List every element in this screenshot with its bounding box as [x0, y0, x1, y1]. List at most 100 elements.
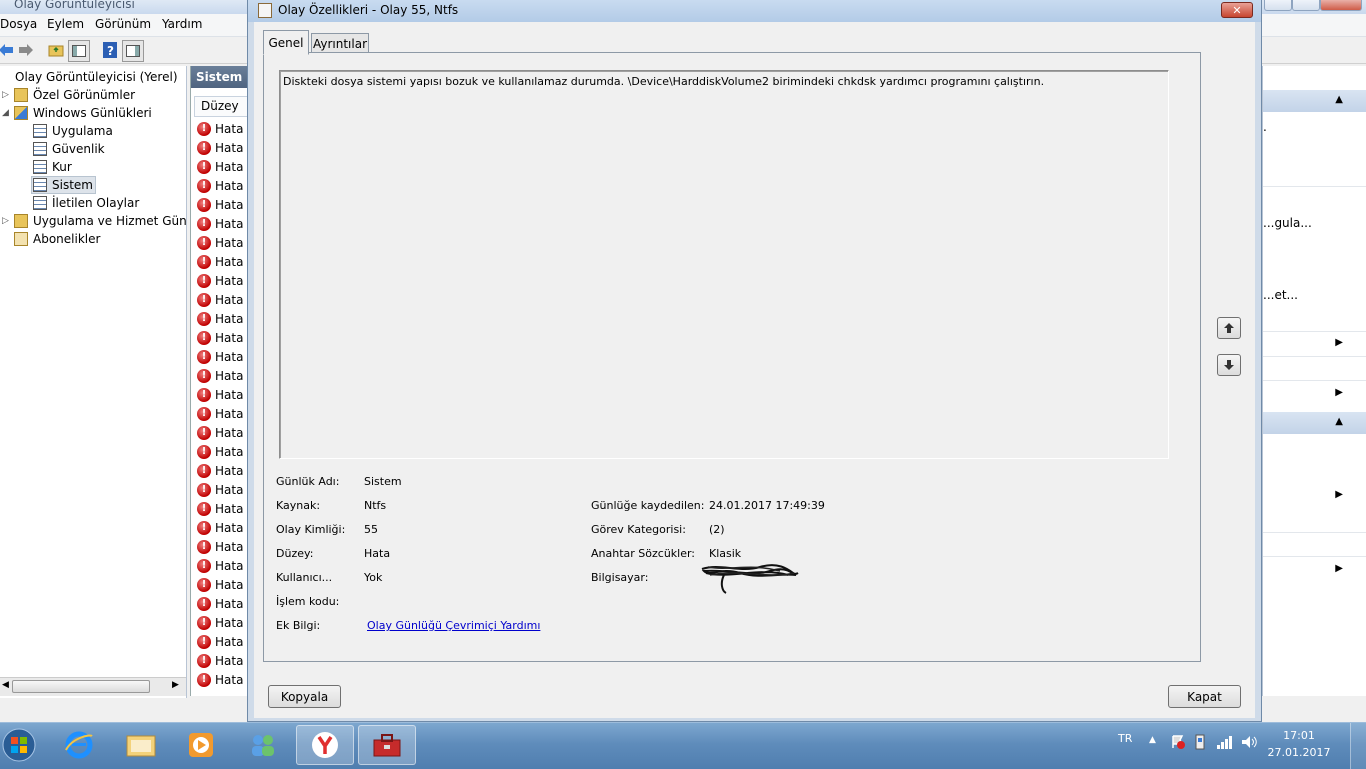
tree-item-subscriptions[interactable]: Abonelikler — [14, 230, 100, 248]
dialog-close-button[interactable]: ✕ — [1221, 2, 1253, 18]
submenu-arrow-icon[interactable]: ▶ — [1335, 387, 1343, 398]
forward-arrow-icon[interactable] — [16, 40, 36, 60]
event-level: Hata — [215, 425, 244, 440]
menu-dosya[interactable]: Dosya — [0, 17, 37, 31]
actions-section-header[interactable]: ▲ — [1263, 412, 1366, 434]
tree-item-windows-logs[interactable]: Windows Günlükleri — [14, 104, 152, 122]
taskbar-media-player[interactable] — [172, 725, 230, 765]
error-icon: ! — [197, 558, 211, 573]
taskbar-event-viewer[interactable] — [358, 725, 416, 765]
event-row[interactable]: ! Hata — [197, 385, 243, 404]
dialog-titlebar[interactable]: Olay Özellikleri - Olay 55, Ntfs ✕ — [248, 0, 1261, 22]
network-signal-icon[interactable] — [1216, 735, 1234, 752]
minimize-button[interactable] — [1264, 0, 1292, 11]
event-row[interactable]: ! Hata — [197, 138, 243, 157]
back-arrow-icon[interactable] — [0, 40, 16, 60]
event-row[interactable]: ! Hata — [197, 594, 243, 613]
copy-button[interactable]: Kopyala — [268, 685, 341, 708]
tree-item-iletilen-olaylar[interactable]: İletilen Olaylar — [33, 194, 139, 212]
expand-arrow-icon[interactable]: ▷ — [2, 216, 9, 226]
event-row[interactable]: ! Hata — [197, 613, 243, 632]
action-item-gula[interactable]: ...gula... — [1263, 216, 1312, 230]
action-center-flag-icon[interactable] — [1170, 734, 1186, 753]
help-icon[interactable]: ? — [100, 40, 120, 60]
previous-event-button[interactable] — [1217, 317, 1241, 339]
event-row[interactable]: ! Hata — [197, 309, 243, 328]
event-row[interactable]: ! Hata — [197, 537, 243, 556]
event-row[interactable]: ! Hata — [197, 442, 243, 461]
error-icon: ! — [197, 178, 211, 193]
menu-gorunum[interactable]: Görünüm — [95, 17, 151, 31]
tree-item-uygulama[interactable]: Uygulama — [33, 122, 113, 140]
event-row[interactable]: ! Hata — [197, 670, 243, 689]
event-row[interactable]: ! Hata — [197, 214, 243, 233]
event-row[interactable]: ! Hata — [197, 366, 243, 385]
language-indicator[interactable]: TR — [1118, 732, 1132, 745]
event-row[interactable]: ! Hata — [197, 347, 243, 366]
safely-remove-hardware-icon[interactable] — [1193, 734, 1207, 753]
start-button[interactable] — [0, 724, 38, 766]
event-row[interactable]: ! Hata — [197, 328, 243, 347]
tree-item-guvenlik[interactable]: Güvenlik — [33, 140, 105, 158]
event-row[interactable]: ! Hata — [197, 271, 243, 290]
maximize-button[interactable] — [1292, 0, 1320, 11]
submenu-arrow-icon[interactable]: ▶ — [1335, 489, 1343, 500]
event-row[interactable]: ! Hata — [197, 252, 243, 271]
show-desktop-button[interactable] — [1350, 723, 1366, 769]
expand-arrow-icon[interactable]: ▷ — [2, 90, 9, 100]
collapse-up-icon[interactable]: ▲ — [1335, 416, 1343, 427]
tree-item-sistem[interactable]: Sistem — [31, 176, 96, 194]
event-row[interactable]: ! Hata — [197, 176, 243, 195]
column-header-level[interactable]: Düzey — [194, 96, 249, 117]
tree-root[interactable]: Olay Görüntüleyicisi (Yerel) — [0, 68, 178, 86]
system-clock[interactable]: 17:01 27.01.2017 — [1266, 727, 1332, 761]
action-item-et[interactable]: ...et... — [1263, 288, 1298, 302]
menu-yardim[interactable]: Yardım — [162, 17, 202, 31]
scroll-thumb[interactable] — [12, 680, 150, 693]
event-row[interactable]: ! Hata — [197, 119, 243, 138]
event-description[interactable]: Diskteki dosya sistemi yapısı bozuk ve k… — [279, 70, 1169, 459]
up-folder-icon[interactable] — [46, 40, 66, 60]
tree-item-custom-views[interactable]: Özel Görünümler — [14, 86, 135, 104]
taskbar-network-users[interactable] — [234, 725, 292, 765]
error-icon: ! — [197, 482, 211, 497]
tree-item-kur[interactable]: Kur — [33, 158, 72, 176]
tree-item-app-service-logs[interactable]: Uygulama ve Hizmet Günlük — [14, 212, 186, 230]
show-hide-tree-icon[interactable] — [68, 40, 90, 62]
event-row[interactable]: ! Hata — [197, 157, 243, 176]
horizontal-scrollbar[interactable]: ◀ ▶ — [0, 677, 186, 696]
tab-genel[interactable]: Genel — [263, 30, 309, 55]
event-row[interactable]: ! Hata — [197, 518, 243, 537]
actions-section-header[interactable]: ▲ — [1263, 90, 1366, 112]
event-row[interactable]: ! Hata — [197, 480, 243, 499]
online-help-link[interactable]: Olay Günlüğü Çevrimiçi Yardımı — [367, 619, 540, 632]
menu-eylem[interactable]: Eylem — [47, 17, 84, 31]
event-row[interactable]: ! Hata — [197, 575, 243, 594]
collapse-up-icon[interactable]: ▲ — [1335, 94, 1343, 105]
collapse-arrow-icon[interactable]: ◢ — [2, 108, 9, 118]
taskbar-internet-explorer[interactable] — [50, 725, 108, 765]
submenu-arrow-icon[interactable]: ▶ — [1335, 337, 1343, 348]
close-button[interactable] — [1320, 0, 1362, 11]
scroll-left-icon[interactable]: ◀ — [2, 680, 9, 690]
tab-ayrintilar[interactable]: Ayrıntılar — [311, 33, 369, 53]
scroll-right-icon[interactable]: ▶ — [172, 680, 179, 690]
taskbar-explorer[interactable] — [112, 725, 170, 765]
event-row[interactable]: ! Hata — [197, 632, 243, 651]
event-row[interactable]: ! Hata — [197, 423, 243, 442]
show-hide-actions-icon[interactable] — [122, 40, 144, 62]
event-row[interactable]: ! Hata — [197, 290, 243, 309]
taskbar-yandex-browser[interactable] — [296, 725, 354, 765]
event-row[interactable]: ! Hata — [197, 404, 243, 423]
event-row[interactable]: ! Hata — [197, 651, 243, 670]
event-row[interactable]: ! Hata — [197, 556, 243, 575]
event-row[interactable]: ! Hata — [197, 461, 243, 480]
close-button[interactable]: Kapat — [1168, 685, 1241, 708]
show-hidden-icons-icon[interactable]: ▲ — [1149, 735, 1156, 745]
volume-icon[interactable] — [1240, 734, 1258, 753]
next-event-button[interactable] — [1217, 354, 1241, 376]
event-row[interactable]: ! Hata — [197, 195, 243, 214]
event-row[interactable]: ! Hata — [197, 499, 243, 518]
submenu-arrow-icon[interactable]: ▶ — [1335, 563, 1343, 574]
event-row[interactable]: ! Hata — [197, 233, 243, 252]
